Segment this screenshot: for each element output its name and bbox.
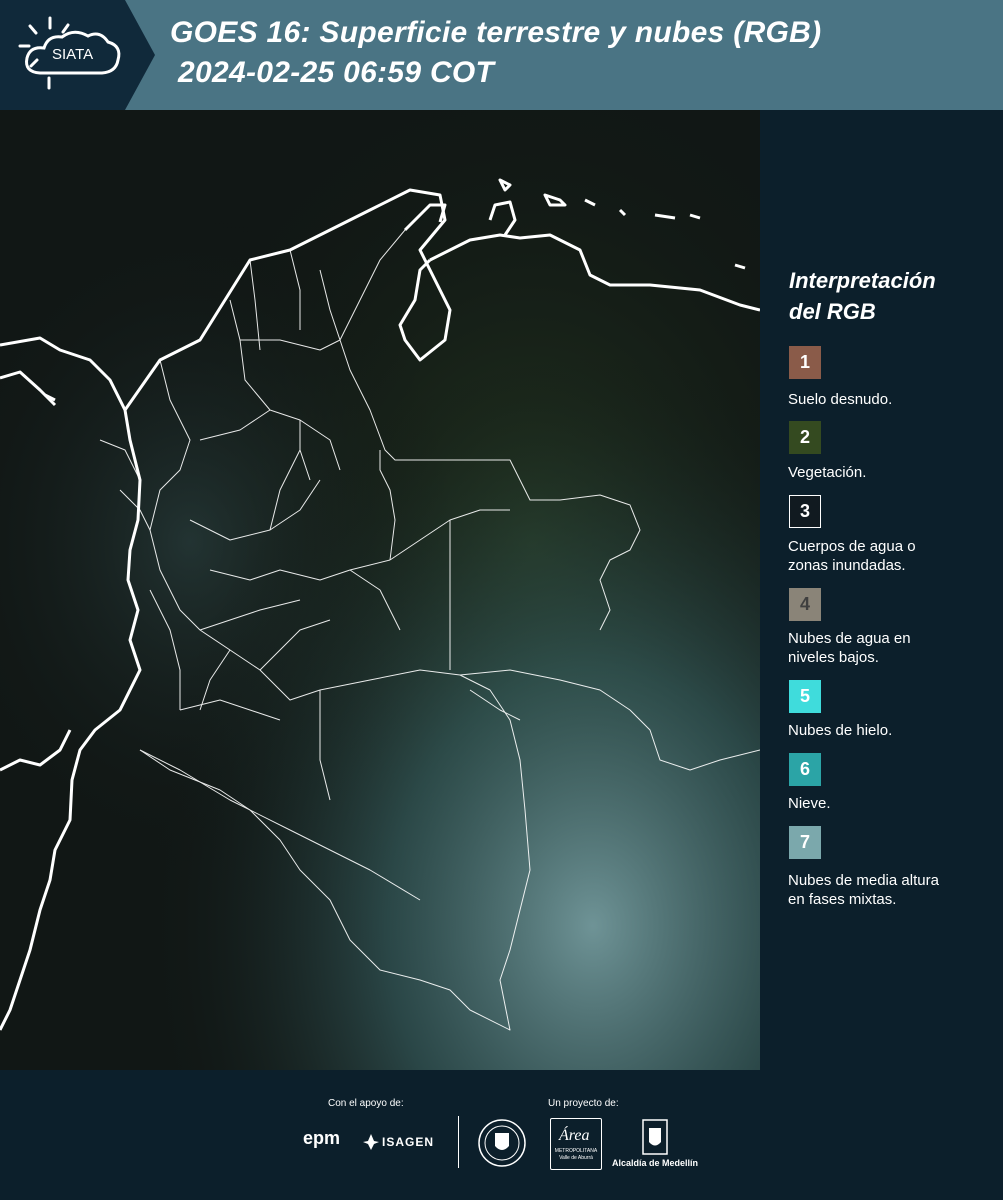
page-title: GOES 16: Superficie terrestre y nubes (R… <box>170 16 822 49</box>
legend-label-snow: Nieve. <box>788 794 993 813</box>
legend-label-ice-clouds: Nubes de hielo. <box>788 721 993 740</box>
legend-label-mid-level-clouds: Nubes de media altura en fases mixtas. <box>788 871 993 909</box>
legend-swatch-vegetation: 2 <box>789 421 821 454</box>
legend-label-line: Nubes de hielo. <box>788 722 893 739</box>
area-metropolitana-logo: Área <box>550 1118 602 1170</box>
legend-title-line2: del RGB <box>789 299 876 324</box>
legend-label-bare-soil: Suelo desnudo. <box>788 390 993 409</box>
legend-swatch-bare-soil: 1 <box>789 346 821 379</box>
legend-label-line: Nieve. <box>788 795 831 812</box>
map-canvas <box>0 110 760 1070</box>
legend-swatch-low-water-clouds: 4 <box>789 588 821 621</box>
legend-label-line: Vegetación. <box>788 464 867 481</box>
isagen-icon <box>363 1134 379 1150</box>
medellin-seal-icon <box>478 1119 526 1167</box>
legend-label-vegetation: Vegetación. <box>788 463 993 482</box>
legend-label-line: Suelo desnudo. <box>788 391 893 408</box>
legend-label-low-water-clouds: Nubes de agua en niveles bajos. <box>788 629 993 667</box>
footer-bar: Con el apoyo de: Un proyecto de: epm ISA… <box>0 1070 1003 1200</box>
footer-divider <box>458 1116 459 1168</box>
legend-label-line: Nubes de media altura <box>788 872 939 889</box>
header-bar: SIATA GOES 16: Superficie terrestre y nu… <box>0 0 1003 110</box>
support-caption: Con el apoyo de: <box>328 1098 404 1109</box>
legend-title-line1: Interpretación <box>789 268 936 293</box>
siata-logo: SIATA <box>0 0 155 110</box>
legend-label-line: en fases mixtas. <box>788 891 897 908</box>
project-caption: Un proyecto de: <box>548 1098 619 1109</box>
siata-logo-text: SIATA <box>52 46 94 63</box>
legend-label-line: niveles bajos. <box>788 649 879 666</box>
satellite-map <box>0 110 760 1070</box>
area-metropolitana-caption: METROPOLITANA Valle de Aburrá <box>554 1148 598 1161</box>
legend-label-line: Nubes de agua en <box>788 630 911 647</box>
legend-label-line: Cuerpos de agua o <box>788 538 916 555</box>
alcaldia-shield-icon <box>642 1119 668 1155</box>
legend-title: Interpretación del RGB <box>789 265 989 327</box>
legend-swatch-water-bodies: 3 <box>789 495 821 528</box>
timestamp: 2024-02-25 06:59 COT <box>178 56 495 89</box>
alcaldia-logo-text: Alcaldía de Medellín <box>612 1158 699 1168</box>
legend-swatch-mid-level-clouds: 7 <box>789 826 821 859</box>
legend-panel: Interpretación del RGB 1 Suelo desnudo. … <box>760 110 1003 1070</box>
epm-logo: epm <box>303 1128 341 1148</box>
legend-swatch-ice-clouds: 5 <box>789 680 821 713</box>
legend-label-water-bodies: Cuerpos de agua o zonas inundadas. <box>788 537 993 575</box>
isagen-logo: ISAGEN <box>382 1135 435 1149</box>
legend-label-line: zonas inundadas. <box>788 557 906 574</box>
legend-swatch-snow: 6 <box>789 753 821 786</box>
area-logo-text: Área <box>559 1127 590 1144</box>
